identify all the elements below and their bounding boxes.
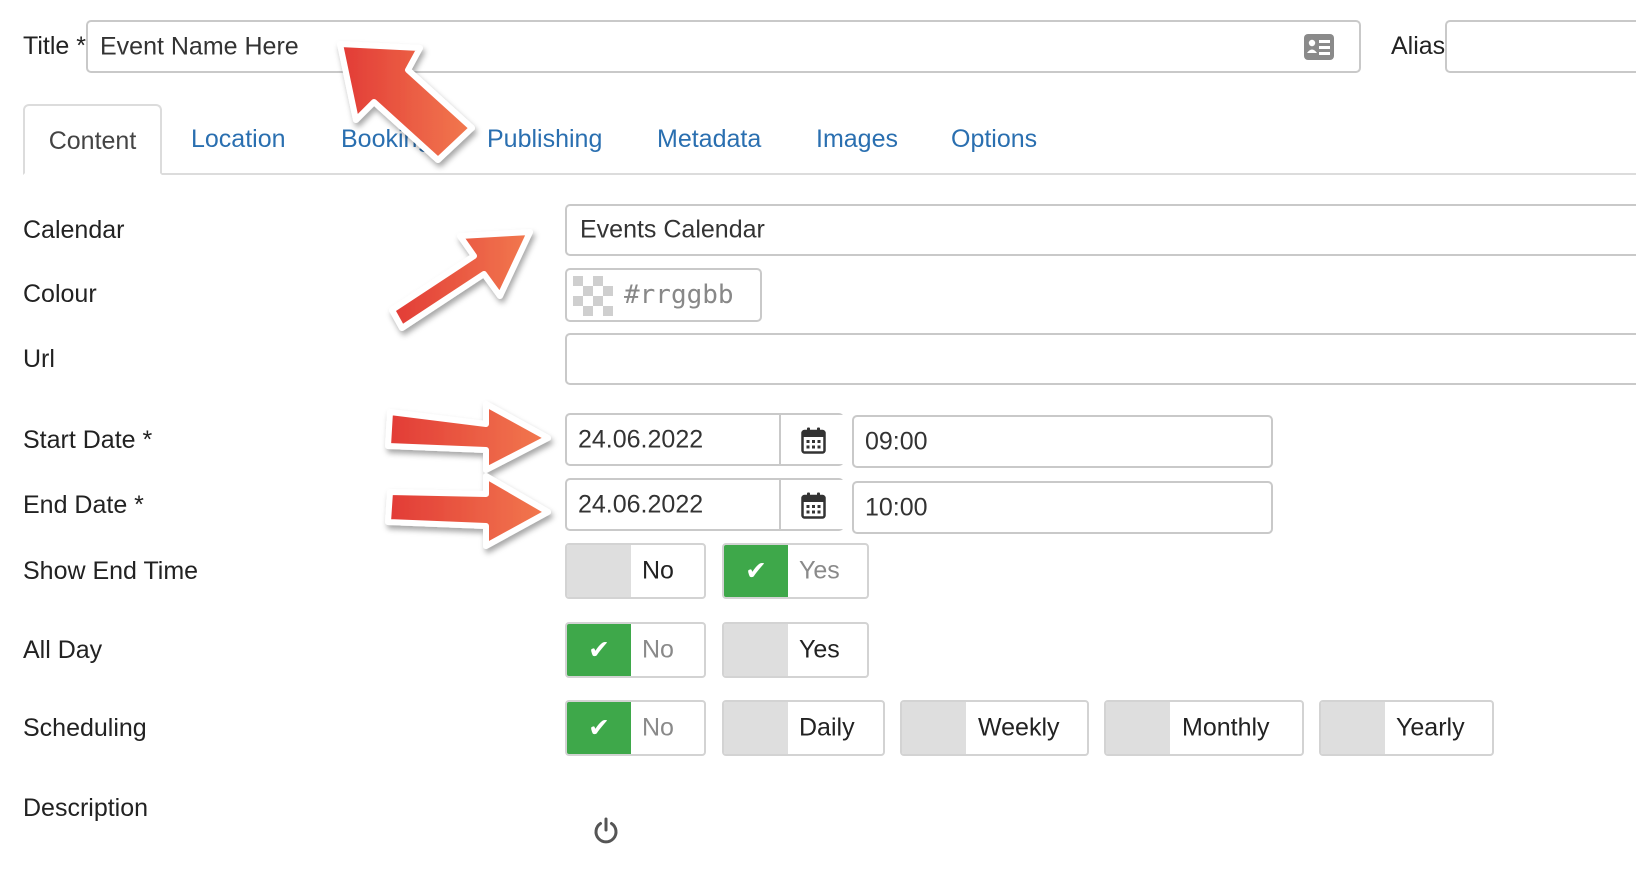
- contact-card-icon[interactable]: [1303, 33, 1335, 68]
- option-label: Daily: [799, 713, 855, 742]
- toggle-knob: ✔: [567, 702, 631, 754]
- end-time-value: 10:00: [865, 493, 928, 521]
- start-time-value: 09:00: [865, 427, 928, 455]
- option-label: Yes: [799, 635, 840, 664]
- start-date-label: Start Date *: [23, 426, 153, 454]
- transparent-swatch-icon: [573, 276, 613, 323]
- tab-publishing[interactable]: Publishing: [487, 104, 602, 175]
- toggle-knob: [724, 624, 788, 676]
- title-input[interactable]: Event Name Here: [86, 20, 1361, 73]
- scheduling-weekly-option[interactable]: Weekly: [900, 700, 1089, 756]
- option-label: No: [642, 635, 674, 664]
- option-label: No: [642, 713, 674, 742]
- tab-content[interactable]: Content: [23, 104, 162, 175]
- start-time-input[interactable]: 09:00: [852, 415, 1273, 468]
- end-date-label: End Date *: [23, 491, 144, 519]
- start-date-value: 24.06.2022: [578, 425, 704, 453]
- start-date-calendar-button[interactable]: [779, 415, 846, 464]
- checkmark-icon: ✔: [745, 555, 767, 586]
- toggle-knob: ✔: [567, 624, 631, 676]
- colour-input[interactable]: #rrggbb: [565, 268, 762, 322]
- alias-input[interactable]: [1445, 20, 1636, 73]
- scheduling-daily-option[interactable]: Daily: [722, 700, 885, 756]
- colour-input-placeholder: #rrggbb: [624, 280, 734, 310]
- option-label: Yes: [799, 556, 840, 585]
- show-end-time-yes-option[interactable]: ✔ Yes: [722, 543, 869, 599]
- end-date-input[interactable]: 24.06.2022: [565, 478, 846, 531]
- end-date-value: 24.06.2022: [578, 490, 704, 518]
- toggle-knob: [902, 702, 966, 754]
- scheduling-no-option[interactable]: ✔ No: [565, 700, 706, 756]
- option-label: Yearly: [1396, 713, 1465, 742]
- alias-label: Alias: [1391, 32, 1446, 60]
- tab-location[interactable]: Location: [191, 104, 286, 175]
- arrow-to-start-date-icon: [385, 401, 551, 473]
- title-input-value: Event Name Here: [100, 32, 299, 60]
- description-label: Description: [23, 794, 149, 822]
- calendar-label: Calendar: [23, 216, 125, 244]
- tab-images[interactable]: Images: [816, 104, 898, 175]
- calendar-select-value: Events Calendar: [580, 215, 765, 244]
- power-icon[interactable]: [592, 816, 620, 851]
- tab-options[interactable]: Options: [951, 104, 1037, 175]
- end-date-calendar-button[interactable]: [779, 480, 846, 529]
- title-label: Title *: [23, 32, 86, 60]
- checkmark-icon: ✔: [588, 634, 610, 665]
- start-date-input[interactable]: 24.06.2022: [565, 413, 846, 466]
- all-day-label: All Day: [23, 636, 103, 664]
- url-input[interactable]: [565, 333, 1636, 385]
- arrow-to-end-date-icon: [385, 473, 551, 549]
- scheduling-yearly-option[interactable]: Yearly: [1319, 700, 1494, 756]
- arrow-to-calendar-icon: [389, 229, 533, 331]
- show-end-time-no-option[interactable]: No: [565, 543, 706, 599]
- option-label: No: [642, 556, 674, 585]
- scheduling-monthly-option[interactable]: Monthly: [1104, 700, 1304, 756]
- calendar-select[interactable]: Events Calendar: [565, 204, 1636, 256]
- all-day-no-option[interactable]: ✔ No: [565, 622, 706, 678]
- checkmark-icon: ✔: [588, 712, 610, 743]
- toggle-knob: [1321, 702, 1385, 754]
- scheduling-label: Scheduling: [23, 714, 147, 742]
- calendar-icon: [801, 492, 826, 526]
- end-time-input[interactable]: 10:00: [852, 481, 1273, 534]
- all-day-yes-option[interactable]: Yes: [722, 622, 869, 678]
- colour-label: Colour: [23, 280, 97, 308]
- show-end-time-label: Show End Time: [23, 557, 199, 585]
- calendar-icon: [801, 427, 826, 461]
- url-label: Url: [23, 345, 55, 373]
- toggle-knob: [567, 545, 631, 597]
- tab-metadata[interactable]: Metadata: [657, 104, 761, 175]
- option-label: Monthly: [1182, 713, 1270, 742]
- toggle-knob: ✔: [724, 545, 788, 597]
- option-label: Weekly: [978, 713, 1060, 742]
- toggle-knob: [1106, 702, 1170, 754]
- tab-booking[interactable]: Booking: [341, 104, 431, 175]
- toggle-knob: [724, 702, 788, 754]
